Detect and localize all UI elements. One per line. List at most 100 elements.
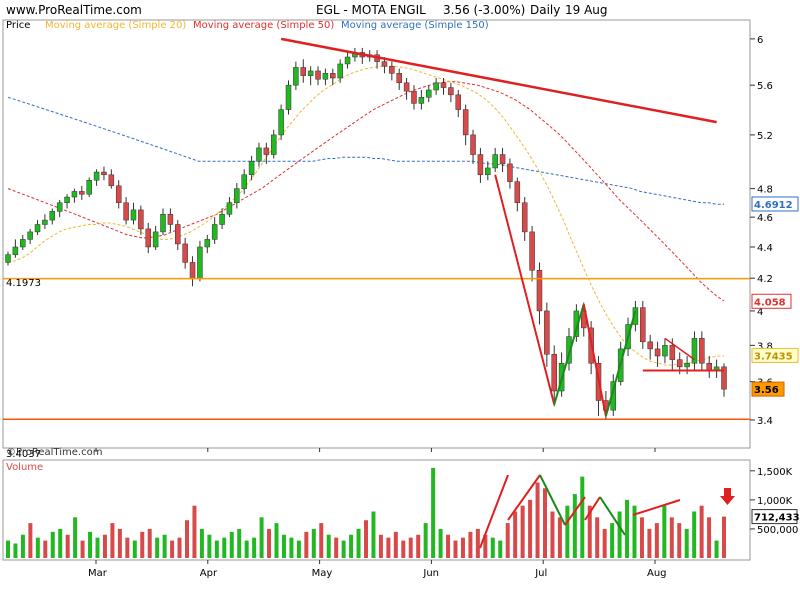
price-tick-label: 6 [757, 35, 763, 46]
candle-body [706, 362, 712, 371]
volume-bar [222, 537, 227, 558]
volume-bar [535, 482, 540, 558]
volume-bar [140, 531, 145, 558]
candle-body [662, 345, 668, 357]
volume-bar [28, 523, 33, 558]
volume-bar [58, 528, 63, 558]
volume-bar [95, 537, 100, 558]
volume-bar [408, 537, 413, 558]
candle-body [470, 134, 476, 155]
time-tick-label: Jul [534, 568, 547, 579]
candle-body [315, 70, 321, 80]
candle-body [278, 109, 284, 136]
volume-bar [401, 540, 406, 558]
volume-bar [117, 528, 122, 558]
candle-body [182, 243, 188, 263]
volume-bar [557, 517, 562, 558]
last-price-change: 3.56 (-3.00%) [443, 3, 525, 17]
price-tick-label: 5.6 [757, 81, 773, 92]
chart-background [0, 0, 800, 600]
volume-bar [625, 499, 630, 558]
candle-body [270, 134, 277, 155]
volume-bar [572, 494, 577, 558]
volume-bar [580, 476, 585, 558]
volume-bar [505, 523, 510, 558]
candle-body [49, 211, 56, 221]
price-tick-label: 3.4 [757, 416, 773, 427]
volume-tick-label: 1,000K [757, 496, 793, 507]
candle-body [676, 359, 683, 368]
volume-bar [341, 540, 346, 558]
candle-body [647, 341, 653, 350]
volume-bar [378, 534, 383, 558]
candle [640, 300, 646, 349]
price-tick-label: 4.4 [757, 243, 773, 254]
volume-bar [6, 540, 10, 558]
volume-bar [132, 540, 137, 558]
volume-bar [125, 537, 130, 558]
candle-body [699, 338, 705, 364]
candle-body [34, 224, 41, 233]
time-tick-label: Jun [422, 568, 439, 579]
candle-body [219, 213, 225, 225]
candle-body [485, 167, 491, 176]
candle-body [381, 61, 388, 67]
volume-bar [364, 520, 368, 558]
candle-body [544, 310, 550, 355]
candle-body [27, 231, 33, 240]
time-tick-label: Aug [647, 568, 667, 579]
volume-bar [229, 531, 234, 558]
candle-body [145, 228, 151, 248]
volume-bar [274, 523, 279, 558]
candle-body [189, 262, 196, 279]
volume-bar [311, 528, 316, 558]
volume-bar [304, 531, 309, 558]
volume-bar [199, 528, 204, 558]
volume-bar [513, 511, 518, 558]
volume-bar [677, 523, 682, 558]
volume-bar [498, 540, 503, 558]
volume-bar [647, 528, 652, 558]
candle-body [507, 163, 513, 182]
candle-body [477, 154, 484, 176]
volume-bar [692, 511, 697, 558]
volume-bar [446, 534, 451, 558]
watermark: ©ProRealTime.com [6, 447, 102, 458]
candle-body [640, 307, 646, 343]
volume-bar [13, 543, 18, 558]
volume-bar [252, 537, 257, 558]
time-tick-label: May [312, 568, 333, 579]
candle-body [440, 82, 447, 88]
volume-bar [393, 531, 398, 558]
candle-body [684, 362, 690, 368]
candle-body [20, 239, 26, 248]
volume-bar [88, 531, 93, 558]
volume-bar [654, 523, 659, 558]
volume-bar [20, 534, 25, 558]
volume-bar [155, 537, 160, 558]
chart-period: Daily [530, 3, 560, 17]
candle-body [455, 94, 462, 110]
candle-body [536, 270, 543, 312]
time-tick-label: Mar [88, 568, 108, 579]
candle-body [396, 73, 402, 84]
volume-bar [468, 531, 473, 558]
candle-body [322, 73, 329, 80]
volume-bar [35, 537, 40, 558]
price-tick-label: 4.2 [757, 274, 773, 285]
candle-body [12, 246, 19, 255]
volume-bar [281, 534, 286, 558]
price-label-text: 3.56 [754, 385, 779, 396]
volume-bar [170, 540, 175, 558]
candle-body [654, 348, 661, 357]
candle-body [551, 353, 557, 392]
legend-sma20: Moving average (Simple 20) [45, 20, 186, 31]
candle-body [433, 82, 439, 91]
volume-bar [438, 528, 443, 558]
volume-bar [110, 523, 115, 558]
volume-bar [543, 488, 547, 558]
volume-bar [334, 537, 339, 558]
legend-price: Price [6, 20, 30, 31]
legend-sma150: Moving average (Simple 150) [341, 20, 489, 31]
candle-body [42, 219, 48, 225]
